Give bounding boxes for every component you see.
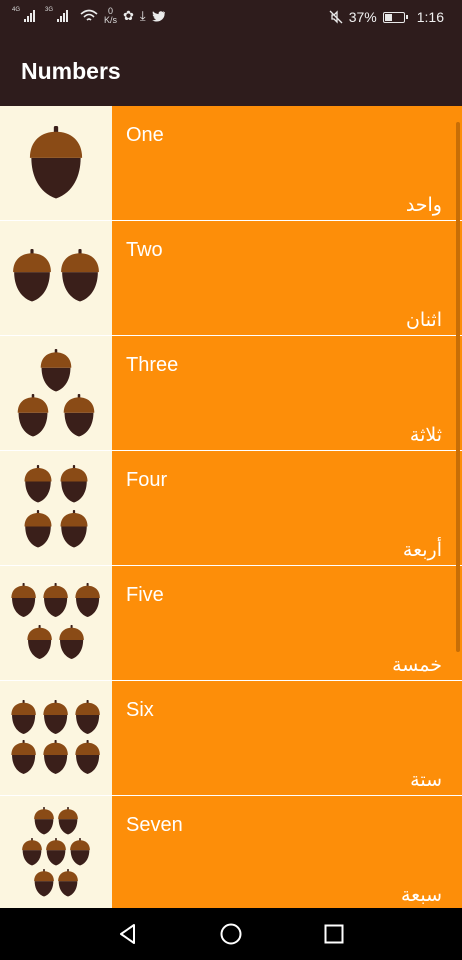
battery-icon bbox=[382, 11, 408, 23]
acorn-icon bbox=[59, 464, 89, 508]
list-item[interactable]: Three ثلاثة bbox=[0, 336, 462, 451]
english-word: One bbox=[126, 124, 164, 146]
acorn-image bbox=[0, 796, 112, 908]
acorn-icon bbox=[74, 700, 101, 739]
net-speed: 0 K/s bbox=[104, 7, 117, 25]
number-text-panel: Two اثنان bbox=[112, 221, 462, 335]
navigation-bar bbox=[0, 908, 462, 960]
numbers-list[interactable]: One واحد Two اثنان Three ثلاثة Four أربع… bbox=[0, 106, 462, 908]
net-speed-unit: K/s bbox=[104, 15, 118, 25]
acorn-icon bbox=[33, 868, 55, 902]
download-icon: ⤓ bbox=[139, 8, 146, 23]
number-text-panel: Six ستة bbox=[112, 681, 462, 795]
number-text-panel: Five خمسة bbox=[112, 566, 462, 680]
acorn-icon bbox=[10, 740, 37, 779]
arabic-word: ستة bbox=[410, 769, 442, 791]
acorn-icon bbox=[10, 700, 37, 739]
page-title: Numbers bbox=[21, 58, 121, 84]
arabic-word: واحد bbox=[405, 194, 442, 216]
wifi-icon bbox=[80, 9, 98, 21]
arabic-word: سبعة bbox=[400, 884, 442, 906]
list-item[interactable]: Seven سبعة bbox=[0, 796, 462, 908]
acorn-icon bbox=[57, 806, 79, 840]
paw-icon: ✿ bbox=[123, 8, 134, 23]
arabic-word: أربعة bbox=[402, 539, 442, 561]
battery-percent: 37% bbox=[348, 9, 377, 25]
acorn-icon bbox=[21, 837, 43, 871]
list-item[interactable]: Five خمسة bbox=[0, 566, 462, 681]
status-right: 37% 1:16 bbox=[329, 9, 444, 25]
english-word: Four bbox=[126, 469, 168, 491]
acorn-icon bbox=[27, 126, 85, 205]
number-text-panel: One واحد bbox=[112, 106, 462, 220]
acorn-icon bbox=[45, 837, 67, 871]
acorn-image bbox=[0, 336, 112, 450]
acorn-icon bbox=[59, 248, 101, 308]
acorn-icon bbox=[62, 393, 96, 442]
acorn-icon bbox=[74, 583, 101, 622]
acorn-icon bbox=[42, 740, 69, 779]
list-item[interactable]: One واحد bbox=[0, 106, 462, 221]
signal-tag: 3G bbox=[45, 7, 54, 13]
signal-tag: 4G bbox=[12, 7, 21, 13]
recents-icon[interactable] bbox=[322, 922, 346, 946]
list-item[interactable]: Six ستة bbox=[0, 681, 462, 796]
acorn-image bbox=[0, 566, 112, 680]
back-icon[interactable] bbox=[116, 922, 140, 946]
acorn-icon bbox=[58, 625, 85, 664]
english-word: Seven bbox=[126, 814, 183, 836]
signal-icon: 3G bbox=[45, 7, 68, 22]
acorn-icon bbox=[10, 583, 37, 622]
app-bar: Numbers bbox=[0, 36, 462, 106]
acorn-icon bbox=[11, 248, 53, 308]
status-left: 4G 3G 0 K/s ✿ ⤓ bbox=[12, 7, 166, 25]
english-word: Two bbox=[126, 239, 163, 261]
acorn-image bbox=[0, 681, 112, 795]
acorn-icon bbox=[69, 837, 91, 871]
signal-icon: 4G bbox=[12, 7, 35, 22]
acorn-icon bbox=[16, 393, 50, 442]
acorn-icon bbox=[26, 625, 53, 664]
arabic-word: اثنان bbox=[405, 309, 442, 331]
arabic-word: ثلاثة bbox=[409, 424, 442, 446]
mute-icon bbox=[329, 10, 343, 24]
english-word: Six bbox=[126, 699, 154, 721]
acorn-icon bbox=[33, 806, 55, 840]
acorn-icon bbox=[42, 583, 69, 622]
clock: 1:16 bbox=[416, 9, 444, 25]
list-item[interactable]: Two اثنان bbox=[0, 221, 462, 336]
twitter-icon bbox=[151, 11, 165, 22]
english-word: Five bbox=[126, 584, 164, 606]
acorn-icon bbox=[74, 740, 101, 779]
acorn-icon bbox=[57, 868, 79, 902]
acorn-icon bbox=[39, 348, 73, 397]
acorn-icon bbox=[23, 509, 53, 553]
acorn-icon bbox=[59, 509, 89, 553]
acorn-icon bbox=[42, 700, 69, 739]
acorn-image bbox=[0, 451, 112, 565]
home-icon[interactable] bbox=[219, 922, 243, 946]
english-word: Three bbox=[126, 354, 179, 376]
list-item[interactable]: Four أربعة bbox=[0, 451, 462, 566]
number-text-panel: Seven سبعة bbox=[112, 796, 462, 908]
acorn-image bbox=[0, 221, 112, 335]
acorn-image bbox=[0, 106, 112, 220]
status-bar: 4G 3G 0 K/s ✿ ⤓ 37% 1:16 bbox=[0, 0, 462, 36]
number-text-panel: Four أربعة bbox=[112, 451, 462, 565]
number-text-panel: Three ثلاثة bbox=[112, 336, 462, 450]
scrollbar[interactable] bbox=[456, 122, 460, 652]
arabic-word: خمسة bbox=[392, 654, 442, 676]
acorn-icon bbox=[23, 464, 53, 508]
